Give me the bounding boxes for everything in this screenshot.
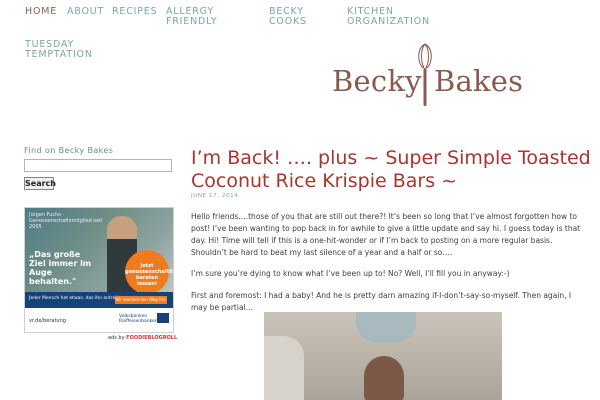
ad-credit-brand: FOODIEBLOGROLL <box>126 335 178 341</box>
nav-about[interactable]: ABOUT <box>67 7 104 17</box>
nav-recipes[interactable]: RECIPES <box>112 7 157 17</box>
ad-url[interactable]: vr.de/beratung <box>29 318 66 324</box>
ad-banner-bar: Jeder Mensch hat etwas, das ihn antreibt… <box>25 292 173 308</box>
whisk-icon <box>418 43 432 106</box>
photo-chair-arm <box>264 336 304 400</box>
post-date: JUNE 17, 2014 <box>191 193 239 199</box>
search-button[interactable]: Search <box>24 177 56 190</box>
sidebar-ad[interactable]: Jürgen Fuchs · Genossenschaftsmitglied s… <box>24 207 174 333</box>
bank-logo-icon <box>157 313 169 323</box>
nav-kitchen-organization[interactable]: KITCHEN ORGANIZATION <box>347 7 437 27</box>
site-logo[interactable]: Becky Bakes <box>330 42 524 110</box>
ad-credit-prefix: ads by <box>108 335 125 341</box>
post-title[interactable]: I’m Back! …. plus ~ Super Simple Toasted… <box>191 147 591 193</box>
post-paragraph-2: I’m sure you’re dying to know what I’ve … <box>191 269 510 278</box>
post-paragraph-3: First and foremost: I had a baby! And he… <box>191 291 572 312</box>
ad-badge: Jetzt genossenschaftlich beraten lassen! <box>125 250 173 294</box>
logo-text-left: Becky <box>332 64 422 98</box>
photo-baby <box>364 356 404 400</box>
nav-becky-cooks[interactable]: BECKY COOKS <box>269 7 319 27</box>
ad-photo: Jürgen Fuchs · Genossenschaftsmitglied s… <box>25 208 173 294</box>
ad-slogan: „Das große Ziel immer im Auge behalten." <box>29 250 92 286</box>
ad-bank-name: Volksbanken Raiffeisenbanken <box>119 314 158 324</box>
post-paragraph-1: Hello friends….those of you that are sti… <box>191 212 581 257</box>
nav-tuesday-temptation[interactable]: TUESDAY TEMPTATION <box>25 40 105 60</box>
photo-cushion <box>356 312 416 342</box>
ad-top-text: Jürgen Fuchs · Genossenschaftsmitglied s… <box>29 212 103 230</box>
ad-bar-button[interactable]: Wir machen den Weg frei. <box>115 296 167 304</box>
nav-home[interactable]: HOME <box>25 7 57 17</box>
ad-bar-text: Jeder Mensch hat etwas, das ihn antreibt… <box>29 296 123 301</box>
search-input[interactable] <box>24 159 172 172</box>
search-widget-title: Find on Becky Bakes <box>24 146 114 155</box>
ad-credit[interactable]: ads by FOODIEBLOGROLL <box>108 335 177 341</box>
logo-text-right: Bakes <box>434 64 524 98</box>
post-photo <box>264 312 502 400</box>
nav-allergy-friendly[interactable]: ALLERGY FRIENDLY <box>166 7 236 27</box>
